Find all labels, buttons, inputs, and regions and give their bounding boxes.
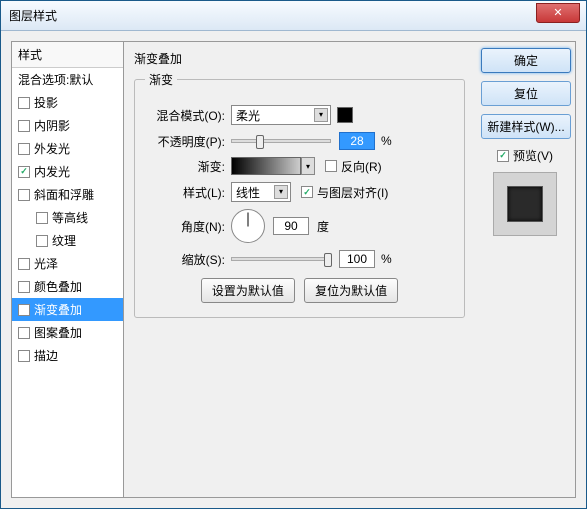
checkbox[interactable] — [18, 143, 30, 155]
blend-mode-label: 混合模式(O): — [145, 107, 225, 124]
content-area: 样式 混合选项:默认 投影 内阴影 外发光 内发光 斜面和浮雕 等高线 纹理 光… — [1, 31, 586, 508]
style-item-inner-shadow[interactable]: 内阴影 — [12, 114, 123, 137]
checkbox[interactable] — [18, 258, 30, 270]
settings-panel: 渐变叠加 渐变 混合模式(O): 柔光 ▾ 不透明度(P): — [124, 42, 475, 497]
checkbox[interactable] — [18, 281, 30, 293]
opacity-input[interactable]: 28 — [339, 132, 375, 150]
scale-slider[interactable] — [231, 257, 331, 261]
style-item-gradient-overlay[interactable]: 渐变叠加 — [12, 298, 123, 321]
style-item-satin[interactable]: 光泽 — [12, 252, 123, 275]
checkbox[interactable] — [18, 189, 30, 201]
group-legend: 渐变 — [145, 71, 177, 88]
style-item-pattern-overlay[interactable]: 图案叠加 — [12, 321, 123, 344]
checkbox[interactable] — [36, 212, 48, 224]
blend-mode-row: 混合模式(O): 柔光 ▾ — [145, 105, 454, 125]
checkbox[interactable] — [18, 350, 30, 362]
angle-label: 角度(N): — [145, 218, 225, 235]
gradient-label: 渐变: — [145, 158, 225, 175]
style-select[interactable]: 线性 ▾ — [231, 182, 291, 202]
style-list-header[interactable]: 样式 — [12, 42, 123, 68]
cancel-button[interactable]: 复位 — [481, 81, 571, 106]
gradient-group: 渐变 混合模式(O): 柔光 ▾ 不透明度(P): 28 % — [134, 71, 465, 318]
angle-unit: 度 — [317, 218, 329, 235]
style-item-color-overlay[interactable]: 颜色叠加 — [12, 275, 123, 298]
reset-default-button[interactable]: 复位为默认值 — [304, 278, 398, 303]
scale-input[interactable]: 100 — [339, 250, 375, 268]
style-row: 样式(L): 线性 ▾ 与图层对齐(I) — [145, 182, 454, 202]
style-label: 样式(L): — [145, 184, 225, 201]
reverse-checkbox[interactable] — [325, 160, 337, 172]
set-default-button[interactable]: 设置为默认值 — [201, 278, 295, 303]
new-style-button[interactable]: 新建样式(W)... — [481, 114, 571, 139]
slider-thumb[interactable] — [256, 135, 264, 149]
preview-checkbox[interactable] — [497, 150, 509, 162]
style-item-stroke[interactable]: 描边 — [12, 344, 123, 367]
style-item-outer-glow[interactable]: 外发光 — [12, 137, 123, 160]
opacity-slider[interactable] — [231, 139, 331, 143]
reverse-label: 反向(R) — [341, 158, 382, 175]
checkbox[interactable] — [18, 97, 30, 109]
layer-style-dialog: 图层样式 ✕ 样式 混合选项:默认 投影 内阴影 外发光 内发光 斜面和浮雕 等… — [0, 0, 587, 509]
titlebar[interactable]: 图层样式 ✕ — [1, 1, 586, 31]
angle-row: 角度(N): 90 度 — [145, 209, 454, 243]
color-swatch[interactable] — [337, 107, 353, 123]
checkbox[interactable] — [18, 327, 30, 339]
gradient-row: 渐变: ▾ 反向(R) — [145, 157, 454, 175]
gradient-swatch[interactable] — [231, 157, 301, 175]
preview-label: 预览(V) — [513, 147, 553, 164]
style-item-bevel[interactable]: 斜面和浮雕 — [12, 183, 123, 206]
window-title: 图层样式 — [9, 7, 57, 24]
preview-toggle-row: 预览(V) — [481, 147, 569, 164]
checkbox[interactable] — [18, 304, 30, 316]
close-button[interactable]: ✕ — [536, 3, 580, 23]
style-item-inner-glow[interactable]: 内发光 — [12, 160, 123, 183]
slider-thumb[interactable] — [324, 253, 332, 267]
opacity-unit: % — [381, 134, 392, 148]
angle-dial[interactable] — [231, 209, 265, 243]
style-list: 样式 混合选项:默认 投影 内阴影 外发光 内发光 斜面和浮雕 等高线 纹理 光… — [12, 42, 124, 497]
blend-mode-select[interactable]: 柔光 ▾ — [231, 105, 331, 125]
opacity-row: 不透明度(P): 28 % — [145, 132, 454, 150]
style-item-contour[interactable]: 等高线 — [12, 206, 123, 229]
preview-swatch — [507, 186, 543, 222]
chevron-down-icon: ▾ — [314, 108, 328, 122]
default-buttons-row: 设置为默认值 复位为默认值 — [145, 278, 454, 303]
style-item-drop-shadow[interactable]: 投影 — [12, 91, 123, 114]
right-column: 确定 复位 新建样式(W)... 预览(V) — [475, 42, 575, 497]
inner-panel: 样式 混合选项:默认 投影 内阴影 外发光 内发光 斜面和浮雕 等高线 纹理 光… — [11, 41, 576, 498]
align-checkbox[interactable] — [301, 186, 313, 198]
scale-label: 缩放(S): — [145, 251, 225, 268]
align-label: 与图层对齐(I) — [317, 184, 388, 201]
scale-unit: % — [381, 252, 392, 266]
angle-input[interactable]: 90 — [273, 217, 309, 235]
checkbox[interactable] — [18, 166, 30, 178]
preview-box — [493, 172, 557, 236]
checkbox[interactable] — [18, 120, 30, 132]
checkbox[interactable] — [36, 235, 48, 247]
panel-title: 渐变叠加 — [134, 50, 465, 67]
scale-row: 缩放(S): 100 % — [145, 250, 454, 268]
blend-options-row[interactable]: 混合选项:默认 — [12, 68, 123, 91]
opacity-label: 不透明度(P): — [145, 133, 225, 150]
ok-button[interactable]: 确定 — [481, 48, 571, 73]
blend-options-label: 混合选项:默认 — [18, 71, 93, 88]
gradient-dropdown-icon[interactable]: ▾ — [301, 157, 315, 175]
style-item-texture[interactable]: 纹理 — [12, 229, 123, 252]
chevron-down-icon: ▾ — [274, 185, 288, 199]
